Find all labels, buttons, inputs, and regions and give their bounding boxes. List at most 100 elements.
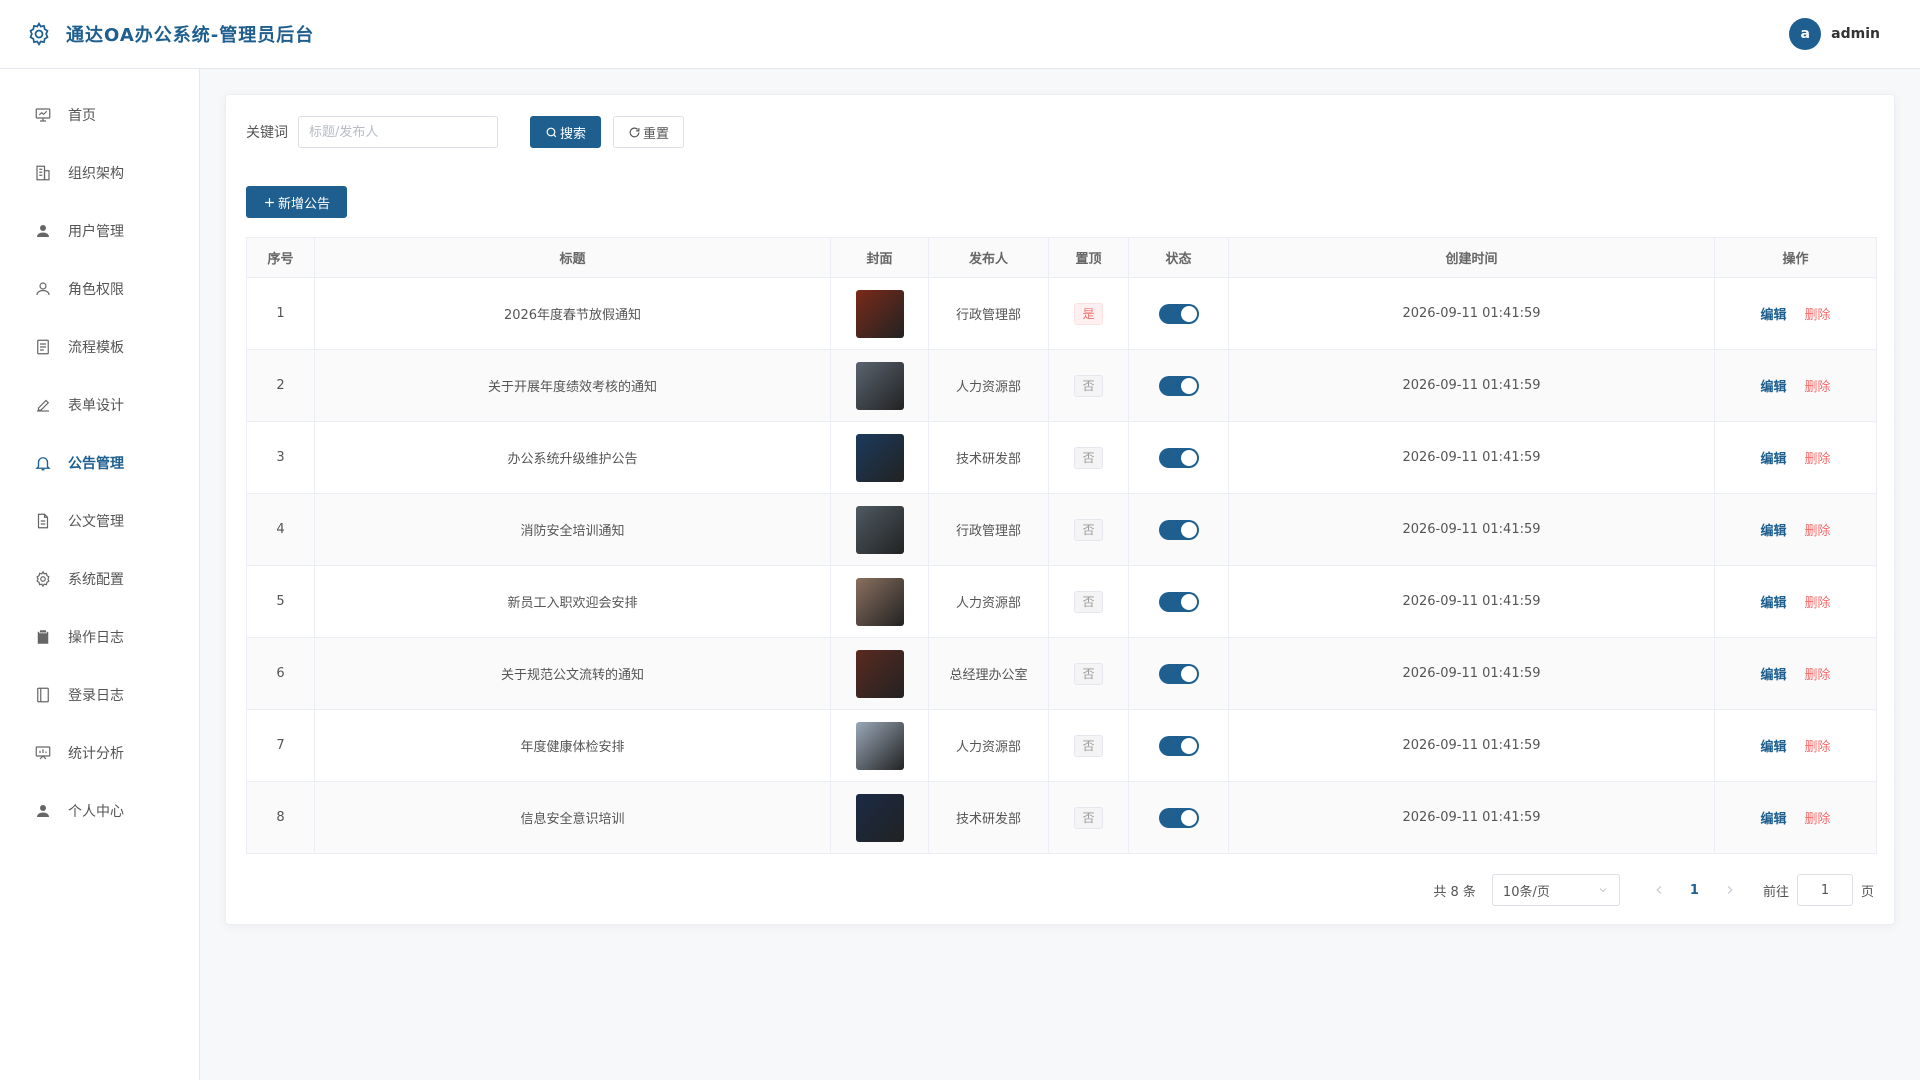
pinned-tag: 否 — [1074, 374, 1103, 397]
row-title: 关于规范公文流转的通知 — [314, 637, 831, 710]
user-menu[interactable]: a admin — [1789, 18, 1880, 50]
sidebar-item-label: 表单设计 — [68, 398, 124, 414]
row-created-time: 2026-09-11 01:41:59 — [1228, 709, 1715, 782]
prev-page-button[interactable] — [1652, 883, 1666, 897]
delete-link[interactable]: 删除 — [1805, 740, 1831, 755]
gear-icon — [34, 570, 52, 588]
row-title: 年度健康体检安排 — [314, 709, 831, 782]
sidebar-item-users[interactable]: 用户管理 — [0, 202, 199, 260]
sidebar-item-label: 流程模板 — [68, 340, 124, 356]
sidebar-item-form-design[interactable]: 表单设计 — [0, 376, 199, 434]
add-announcement-button[interactable]: 新增公告 — [246, 186, 348, 218]
row-index: 4 — [246, 493, 315, 566]
delete-link[interactable]: 删除 — [1805, 596, 1831, 611]
column-header-publisher: 发布人 — [928, 237, 1049, 278]
row-publisher: 人力资源部 — [928, 349, 1049, 422]
sidebar-item-org[interactable]: 组织架构 — [0, 144, 199, 202]
chevron-down-icon — [1599, 888, 1607, 893]
sidebar-item-profile[interactable]: 个人中心 — [0, 782, 199, 840]
search-button[interactable]: 搜索 — [530, 116, 602, 148]
page-unit-label: 页 — [1860, 884, 1874, 900]
column-header-created: 创建时间 — [1228, 237, 1715, 278]
sidebar-item-workflow[interactable]: 流程模板 — [0, 318, 199, 376]
reset-button[interactable]: 重置 — [613, 116, 685, 148]
sidebar-item-operation-log[interactable]: 操作日志 — [0, 608, 199, 666]
row-title: 关于开展年度绩效考核的通知 — [314, 349, 831, 422]
table-row: 6 关于规范公文流转的通知 总经理办公室 否 2026-09-11 01:41:… — [246, 637, 1877, 710]
delete-link[interactable]: 删除 — [1805, 308, 1831, 323]
delete-link[interactable]: 删除 — [1805, 452, 1831, 467]
status-toggle[interactable] — [1158, 807, 1199, 828]
edit-link[interactable]: 编辑 — [1760, 740, 1786, 755]
cover-image[interactable] — [855, 361, 904, 410]
row-publisher: 人力资源部 — [928, 709, 1049, 782]
edit-link[interactable]: 编辑 — [1760, 452, 1786, 467]
column-header-pinned: 置顶 — [1048, 237, 1129, 278]
edit-link[interactable]: 编辑 — [1760, 380, 1786, 395]
page-size-select[interactable]: 10条/页 — [1491, 874, 1620, 906]
file-icon — [34, 512, 52, 530]
sidebar-item-label: 公告管理 — [68, 456, 124, 472]
next-page-button[interactable] — [1723, 883, 1737, 897]
user-outline-icon — [34, 280, 52, 298]
refresh-icon — [629, 127, 640, 137]
sidebar-item-login-log[interactable]: 登录日志 — [0, 666, 199, 724]
username[interactable]: admin — [1831, 26, 1880, 42]
sidebar-item-announcements[interactable]: 公告管理 — [0, 434, 199, 492]
row-index: 5 — [246, 565, 315, 638]
monitor-icon — [34, 106, 52, 124]
cover-image[interactable] — [855, 793, 904, 842]
search-bar: 关键词 搜索 重置 — [246, 116, 685, 148]
cover-image[interactable] — [855, 721, 904, 770]
sidebar-item-statistics[interactable]: 统计分析 — [0, 724, 199, 782]
row-created-time: 2026-09-11 01:41:59 — [1228, 421, 1715, 494]
avatar[interactable]: a — [1789, 18, 1822, 50]
edit-link[interactable]: 编辑 — [1760, 812, 1786, 827]
cover-image[interactable] — [855, 577, 904, 626]
status-toggle[interactable] — [1158, 303, 1199, 324]
sidebar-item-home[interactable]: 首页 — [0, 86, 199, 144]
pinned-tag: 是 — [1074, 302, 1103, 325]
notebook-icon — [34, 686, 52, 704]
delete-link[interactable]: 删除 — [1805, 380, 1831, 395]
row-index: 1 — [246, 277, 315, 350]
column-header-actions: 操作 — [1714, 237, 1877, 278]
sidebar-item-label: 首页 — [68, 108, 96, 124]
cover-image[interactable] — [855, 505, 904, 554]
table-row: 7 年度健康体检安排 人力资源部 否 2026-09-11 01:41:59 编… — [246, 709, 1877, 782]
sidebar-item-label: 系统配置 — [68, 572, 124, 588]
keyword-input[interactable] — [298, 116, 498, 148]
cover-image[interactable] — [855, 649, 904, 698]
status-toggle[interactable] — [1158, 447, 1199, 468]
goto-label: 前往 — [1762, 884, 1789, 900]
delete-link[interactable]: 删除 — [1805, 812, 1831, 827]
keyword-label: 关键词 — [246, 125, 288, 141]
edit-link[interactable]: 编辑 — [1760, 524, 1786, 539]
delete-link[interactable]: 删除 — [1805, 524, 1831, 539]
cover-image[interactable] — [855, 289, 904, 338]
sidebar-item-roles[interactable]: 角色权限 — [0, 260, 199, 318]
clipboard-icon — [34, 628, 52, 646]
sidebar: 首页 组织架构 用户管理 角色权限 流程模板 表单设计 公告管理 公文管理 系统… — [0, 69, 200, 1080]
plus-icon — [265, 197, 274, 207]
sidebar-item-documents[interactable]: 公文管理 — [0, 492, 199, 550]
goto-page-input[interactable] — [1796, 874, 1853, 906]
edit-link[interactable]: 编辑 — [1760, 668, 1786, 683]
announcement-table: 序号 标题 封面 发布人 置顶 状态 创建时间 操作 1 2026年度春节放假通… — [246, 237, 1877, 854]
row-publisher: 行政管理部 — [928, 493, 1049, 566]
status-toggle[interactable] — [1158, 375, 1199, 396]
sidebar-item-settings[interactable]: 系统配置 — [0, 550, 199, 608]
edit-link[interactable]: 编辑 — [1760, 308, 1786, 323]
status-toggle[interactable] — [1158, 663, 1199, 684]
status-toggle[interactable] — [1158, 735, 1199, 756]
row-title: 2026年度春节放假通知 — [314, 277, 831, 350]
delete-link[interactable]: 删除 — [1805, 668, 1831, 683]
edit-link[interactable]: 编辑 — [1760, 596, 1786, 611]
row-created-time: 2026-09-11 01:41:59 — [1228, 565, 1715, 638]
cover-image[interactable] — [855, 433, 904, 482]
gear-icon — [26, 21, 52, 47]
status-toggle[interactable] — [1158, 519, 1199, 540]
page-number[interactable]: 1 — [1690, 883, 1699, 898]
status-toggle[interactable] — [1158, 591, 1199, 612]
sidebar-item-label: 个人中心 — [68, 804, 124, 820]
